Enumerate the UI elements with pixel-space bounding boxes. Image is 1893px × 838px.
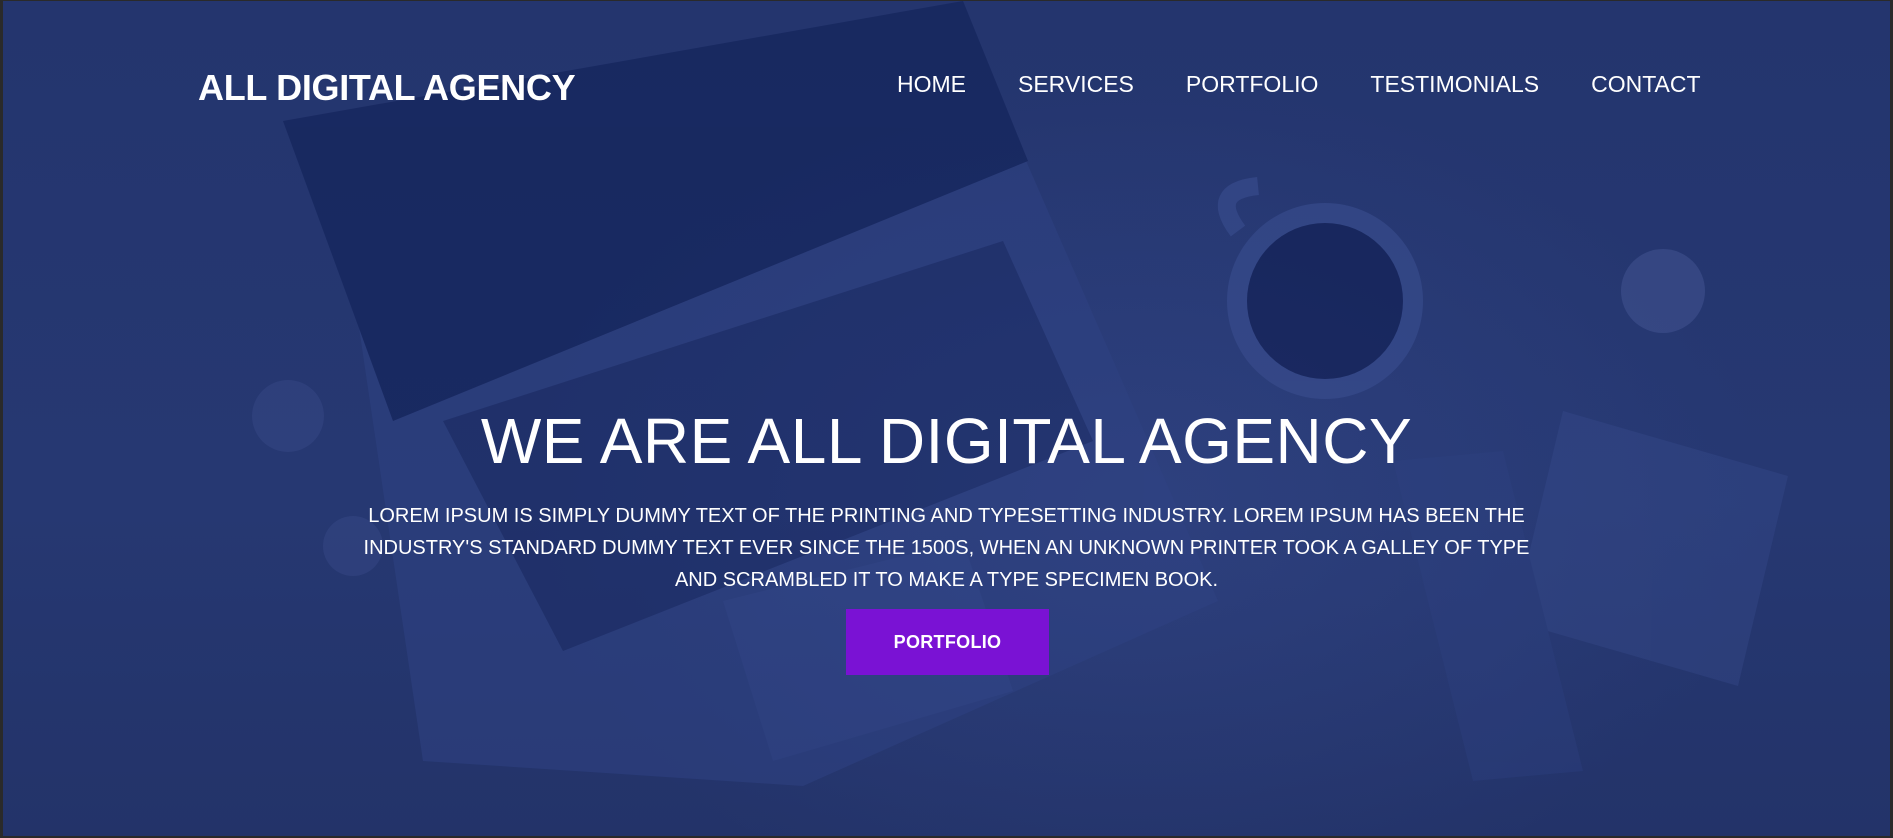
portfolio-button[interactable]: PORTFOLIO bbox=[846, 609, 1049, 675]
nav-link-services[interactable]: SERVICES bbox=[1018, 71, 1134, 98]
hero-section: ALL DIGITAL AGENCY HOME SERVICES PORTFOL… bbox=[3, 1, 1890, 836]
top-navigation: ALL DIGITAL AGENCY HOME SERVICES PORTFOL… bbox=[3, 1, 1890, 181]
nav-link-testimonials[interactable]: TESTIMONIALS bbox=[1370, 71, 1539, 98]
hero-headline: WE ARE ALL DIGITAL AGENCY bbox=[480, 404, 1413, 477]
hero-description: LOREM IPSUM IS SIMPLY DUMMY TEXT OF THE … bbox=[363, 505, 1530, 591]
main-menu: HOME SERVICES PORTFOLIO TESTIMONIALS CON… bbox=[897, 71, 1701, 98]
brand-logo-text[interactable]: ALL DIGITAL AGENCY bbox=[198, 67, 576, 109]
coffee-cup-image bbox=[1217, 177, 1423, 399]
nav-link-portfolio[interactable]: PORTFOLIO bbox=[1186, 71, 1319, 98]
nav-link-contact[interactable]: CONTACT bbox=[1591, 71, 1700, 98]
nav-link-home[interactable]: HOME bbox=[897, 71, 966, 98]
